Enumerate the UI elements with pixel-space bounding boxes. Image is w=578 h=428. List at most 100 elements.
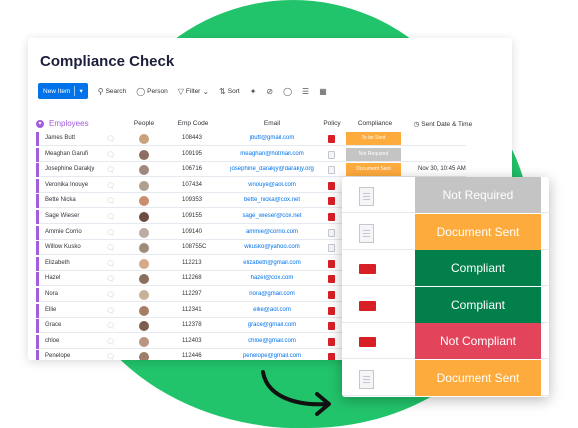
search-button[interactable]: ⚲ Search (98, 87, 126, 96)
compliance-status-label[interactable]: Compliant (415, 286, 541, 323)
chat-bubble-icon[interactable]: 🗨 (106, 151, 115, 159)
email-link[interactable]: ammie@corrio.com (224, 229, 320, 235)
employee-name[interactable]: Grace (45, 322, 61, 328)
new-item-button[interactable]: New Item ▾ (38, 83, 88, 99)
employee-name[interactable]: Hazel (45, 275, 60, 281)
policy-file-icon[interactable] (328, 306, 335, 315)
employee-name[interactable]: Ellie (45, 307, 56, 313)
avatar[interactable] (139, 336, 149, 347)
group-title[interactable]: Employees (49, 119, 89, 128)
avatar[interactable] (139, 227, 149, 238)
policy-file-icon[interactable] (328, 337, 335, 346)
chat-bubble-icon[interactable]: 🗨 (106, 135, 115, 143)
policy-file-icon[interactable] (328, 244, 335, 253)
pin-button[interactable]: ✦ (250, 87, 257, 96)
policy-file-icon[interactable] (328, 197, 335, 206)
email-link[interactable]: meaghan@hotmail.com (224, 151, 320, 157)
policy-file-icon[interactable] (328, 275, 335, 284)
employee-name[interactable]: Sage Wieser (45, 213, 79, 219)
email-link[interactable]: hazel@cox.com (224, 275, 320, 281)
policy-file-icon[interactable] (328, 259, 335, 268)
emp-code[interactable]: 109353 (182, 197, 202, 203)
employee-name[interactable]: Josephine Darakjy (45, 166, 94, 172)
emp-code[interactable]: 109155 (182, 213, 202, 219)
chat-bubble-icon[interactable]: 🗨 (106, 260, 115, 268)
avatar[interactable] (139, 258, 149, 269)
compliance-status[interactable]: To be Sent (346, 132, 401, 145)
status-row[interactable]: Compliant (342, 286, 549, 323)
chat-bubble-icon[interactable]: 🗨 (106, 338, 115, 346)
emp-code[interactable]: 112403 (182, 338, 202, 344)
emp-code[interactable]: 112341 (182, 307, 202, 313)
avatar[interactable] (139, 149, 149, 160)
email-link[interactable]: wkusko@yahoo.com (224, 244, 320, 250)
compliance-status-label[interactable]: Not Required (415, 177, 541, 213)
employee-name[interactable]: Ammie Corrio (45, 229, 82, 235)
policy-file-icon[interactable] (328, 150, 335, 159)
emp-code[interactable]: 112268 (182, 275, 202, 281)
document-icon[interactable] (359, 370, 374, 389)
employee-name[interactable]: Elizabeth (45, 260, 70, 266)
chat-bubble-icon[interactable]: 🗨 (106, 197, 115, 205)
status-row[interactable]: Document Sent (342, 213, 549, 250)
chat-bubble-icon[interactable]: 🗨 (106, 322, 115, 330)
employee-name[interactable]: Nora (45, 291, 58, 297)
layout-button[interactable]: ▦ (319, 87, 327, 96)
chat-bubble-icon[interactable]: 🗨 (106, 182, 115, 190)
emp-code[interactable]: 112446 (182, 353, 202, 359)
row-height-button[interactable]: ☰ (302, 87, 309, 96)
employee-name[interactable]: Veronika Inouye (45, 182, 88, 188)
table-row[interactable]: Meaghan Garufi 🗨 109195 meaghan@hotmail.com… (36, 147, 466, 162)
column-header-people[interactable]: People (132, 120, 156, 127)
policy-file-icon[interactable] (328, 181, 335, 190)
email-link[interactable]: penelope@gmail.com (224, 353, 320, 359)
pdf-file-icon[interactable] (359, 260, 376, 275)
chat-bubble-icon[interactable]: 🗨 (106, 213, 115, 221)
compliance-status[interactable]: Not Required (346, 147, 401, 161)
compliance-status-label[interactable]: Document Sent (415, 213, 541, 250)
employee-name[interactable]: Penelope (45, 353, 70, 359)
table-row[interactable]: James Butt 🗨 108443 jbutt@gmail.com To be Se… (36, 132, 466, 146)
chat-bubble-icon[interactable]: 🗨 (106, 307, 115, 315)
filter-button[interactable]: ▽ Filter ⌄ (178, 87, 209, 96)
column-header-policy[interactable]: Policy (320, 120, 344, 127)
avatar[interactable] (139, 243, 149, 254)
chat-bubble-icon[interactable]: 🗨 (106, 244, 115, 252)
compliance-status-label[interactable]: Not Compliant (415, 323, 541, 360)
emp-code[interactable]: 112378 (182, 322, 202, 328)
policy-file-icon[interactable] (328, 291, 335, 299)
emp-code[interactable]: 108443 (182, 135, 202, 141)
email-link[interactable]: ellie@aol.com (224, 307, 320, 313)
chat-bubble-icon[interactable]: 🗨 (106, 291, 115, 299)
employee-name[interactable]: James Butt (45, 135, 75, 141)
chevron-down-icon[interactable]: ▾ (79, 87, 82, 95)
employee-name[interactable]: Meaghan Garufi (45, 151, 88, 157)
avatar[interactable] (139, 180, 149, 191)
chevron-down-icon[interactable]: ⌄ (202, 87, 209, 96)
chat-bubble-icon[interactable]: 🗨 (106, 229, 115, 237)
employee-name[interactable]: Willow Kusko (45, 244, 81, 250)
status-row[interactable]: Not Required (342, 177, 549, 213)
email-link[interactable]: vinouye@aol.com (224, 182, 320, 188)
avatar[interactable] (139, 212, 149, 222)
email-link[interactable]: grace@gmail.com (224, 322, 320, 328)
email-link[interactable]: bette_nicka@cox.net (224, 197, 320, 203)
pdf-file-icon[interactable] (359, 297, 376, 311)
avatar[interactable] (139, 196, 149, 207)
sort-button[interactable]: ⇅ Sort (219, 87, 240, 96)
email-link[interactable]: nora@gmail.com (224, 291, 320, 297)
avatar[interactable] (139, 290, 149, 300)
employee-name[interactable]: chloe (45, 338, 59, 344)
compliance-status-label[interactable]: Document Sent (415, 360, 541, 396)
status-row[interactable]: Not Compliant (342, 323, 549, 360)
column-header-sent-date[interactable]: ◷ Sent Date & Time (408, 120, 478, 128)
compliance-status-label[interactable]: Compliant (415, 250, 541, 287)
color-button[interactable]: ◯ (283, 87, 292, 96)
document-icon[interactable] (359, 187, 374, 206)
policy-file-icon[interactable] (328, 322, 335, 331)
policy-file-icon[interactable] (328, 353, 335, 360)
pdf-file-icon[interactable] (359, 333, 376, 348)
avatar[interactable] (139, 321, 149, 332)
avatar[interactable] (139, 165, 149, 176)
emp-code[interactable]: 108755C (182, 244, 206, 250)
